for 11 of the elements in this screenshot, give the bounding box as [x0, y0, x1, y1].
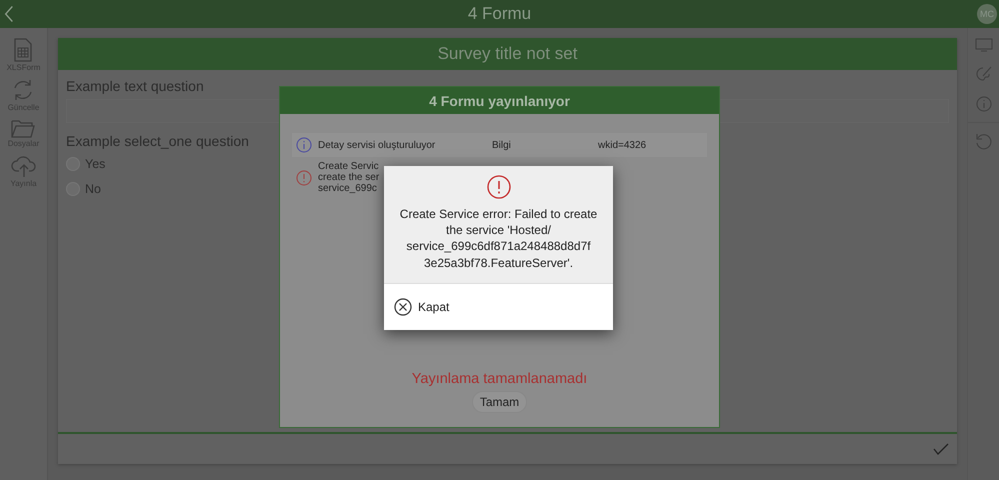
log-message: Create Servic	[318, 161, 380, 172]
log-message: service_699c	[318, 183, 378, 194]
log-message: Detay servisi oluşturuluyor	[318, 140, 436, 150]
error-message: Create Service error: Failed to create the service 'Hosted/ service_699c6df871a248488d8d7f 3e25a3bf78.FeatureServer'.	[398, 206, 598, 271]
dialog-title: 4 Formu yayınlanıyor	[429, 92, 570, 108]
log-detail: wkid=4326	[598, 140, 646, 150]
survey-title: Survey title not set	[438, 44, 578, 64]
status-message: Yayınlama tamamlanamadı	[412, 371, 588, 387]
log-message: create the ser	[318, 172, 380, 183]
log-type: Bilgi	[492, 140, 512, 150]
app-title: 4 Formu	[468, 4, 532, 24]
